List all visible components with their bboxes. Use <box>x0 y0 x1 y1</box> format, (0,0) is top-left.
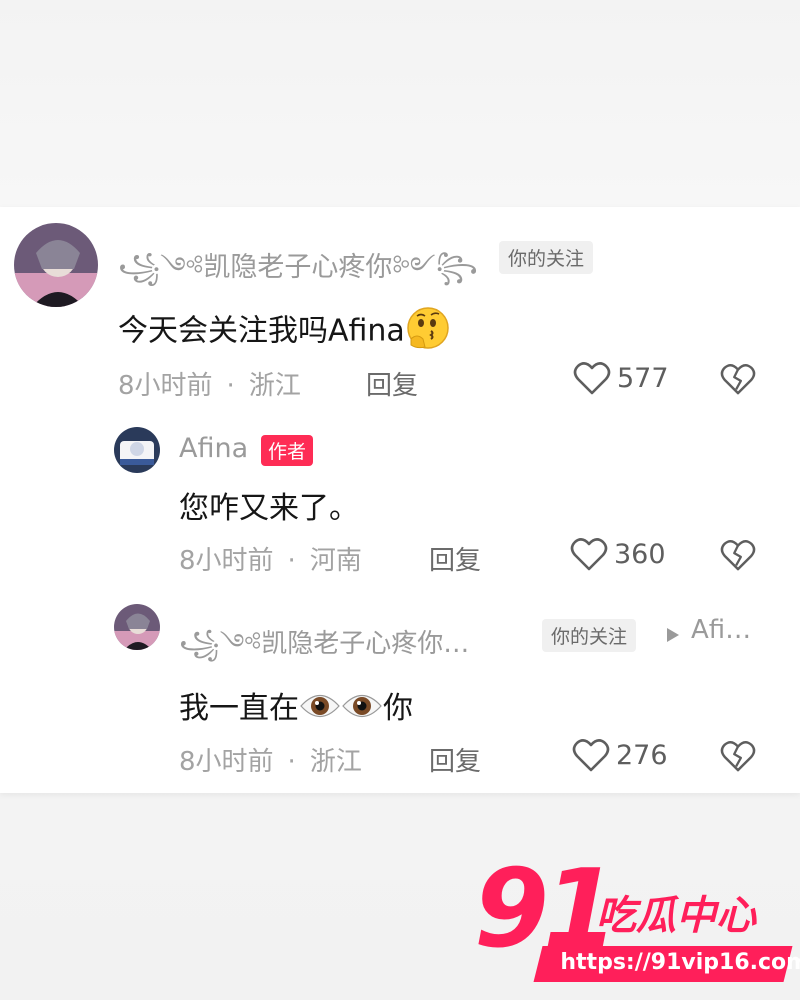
comment-list: ꧁༺凯隐老子心疼你༻꧂ 你的关注 今天会关注我吗Afina 8小时前 · 浙江 回复… <box>0 207 800 793</box>
author-avatar[interactable] <box>114 427 160 473</box>
comment-username[interactable]: ꧁༺凯隐老子心疼你… <box>179 615 469 688</box>
watermark-url-banner: https://91vip16.com <box>533 946 800 982</box>
comment-location: 河南 <box>309 546 362 576</box>
comment-meta: 8小时前 · 河南 <box>179 540 362 577</box>
heart-outline-icon <box>570 538 608 571</box>
watermark-logo: 91 吃瓜中心 https://91vip16.com <box>474 855 800 1000</box>
author-tag: 作者 <box>261 435 314 466</box>
comment-location: 浙江 <box>309 747 362 777</box>
watermark-title: 吃瓜中心 <box>596 893 756 939</box>
like-count: 577 <box>617 362 669 394</box>
thinking-kiss-emoji-icon <box>405 305 451 359</box>
comment-meta: 8小时前 · 浙江 <box>118 365 301 402</box>
reply-button[interactable]: 回复 <box>366 365 418 402</box>
user-avatar[interactable] <box>114 604 160 650</box>
heart-outline-icon <box>573 362 611 395</box>
comment-username[interactable]: ꧁༺凯隐老子心疼你༻꧂ <box>118 237 478 313</box>
following-tag: 你的关注 <box>499 241 594 274</box>
eye-emoji-icon <box>341 689 383 731</box>
user-avatar[interactable] <box>14 223 98 307</box>
broken-heart-icon <box>720 364 756 395</box>
comment-text: 您咋又来了。 <box>179 491 359 526</box>
following-tag: 你的关注 <box>542 619 637 652</box>
dislike-button[interactable] <box>720 538 756 572</box>
comment-time: 8小时前 <box>179 747 274 777</box>
comment-location: 浙江 <box>248 371 301 401</box>
dislike-button[interactable] <box>720 362 756 396</box>
broken-heart-icon <box>720 741 756 772</box>
dislike-button[interactable] <box>720 739 756 773</box>
meta-separator: · <box>226 371 235 401</box>
reply-button[interactable]: 回复 <box>429 540 481 577</box>
like-button[interactable]: 577 <box>573 360 669 396</box>
eye-emoji-icon <box>299 689 341 731</box>
comment-text-end: 你 <box>383 691 413 726</box>
triangle-right-icon <box>666 627 680 647</box>
broken-heart-icon <box>720 540 756 571</box>
heart-outline-icon <box>572 739 610 772</box>
reply-button[interactable]: 回复 <box>429 741 481 778</box>
like-count: 276 <box>616 739 668 771</box>
meta-separator: · <box>287 546 296 576</box>
watermark-url: https://91vip16.com <box>560 950 800 975</box>
like-button[interactable]: 360 <box>570 536 666 572</box>
author-username[interactable]: Afina <box>179 433 248 464</box>
comment-text-content: 今天会关注我吗Afina <box>118 313 405 349</box>
meta-separator: · <box>287 747 296 777</box>
comment-time: 8小时前 <box>179 546 274 576</box>
comment-meta: 8小时前 · 浙江 <box>179 741 362 778</box>
comment-text: 我一直在 你 <box>179 683 413 731</box>
reply-to-username[interactable]: Afi… <box>691 615 751 645</box>
comment-text: 今天会关注我吗Afina <box>118 305 451 359</box>
comment-text-start: 我一直在 <box>179 691 299 726</box>
like-count: 360 <box>614 538 666 570</box>
comment-time: 8小时前 <box>118 371 213 401</box>
like-button[interactable]: 276 <box>572 737 668 773</box>
